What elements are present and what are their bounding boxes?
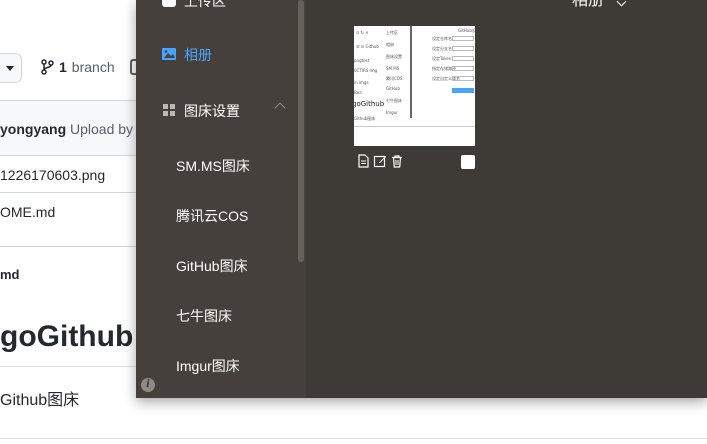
sidebar-subitem-smms[interactable]: SM.MS图床	[176, 156, 250, 176]
sidebar-subitem-imgur[interactable]: Imgur图床	[176, 356, 240, 376]
commit-author[interactable]: yongyang	[0, 121, 66, 137]
divider	[0, 366, 140, 367]
thumbnail-actions	[356, 154, 404, 168]
branch-count: 1	[59, 59, 67, 75]
sidebar-scrollbar[interactable]	[298, 0, 304, 262]
file-name[interactable]: OME.md	[0, 204, 55, 220]
chevron-up-icon[interactable]	[274, 102, 286, 114]
branch-icon	[41, 59, 54, 75]
sidebar-item-album[interactable]: 相册	[136, 34, 296, 74]
file-name[interactable]: 1226170603.png	[0, 167, 105, 183]
upload-icon	[162, 0, 176, 7]
sidebar-item-label: 图床设置	[184, 103, 240, 119]
sidebar-item-label: 上传区	[184, 0, 226, 9]
sidebar-item-picbed-settings[interactable]: 图床设置	[136, 90, 296, 130]
branch-selector-button[interactable]	[0, 53, 22, 83]
edit-icon[interactable]	[373, 154, 387, 168]
thumbnail-caption: goGithub	[354, 100, 385, 108]
info-icon[interactable]: i	[141, 378, 155, 392]
readme-header: md	[0, 246, 140, 301]
readme-paragraph: Github图床	[0, 392, 80, 409]
sidebar-subitem-qiniu[interactable]: 七牛图床	[176, 306, 232, 326]
image-icon	[162, 48, 176, 60]
sidebar-subitem-github[interactable]: GitHub图床	[176, 256, 248, 276]
branch-label: branch	[71, 59, 115, 75]
sidebar: 上传区 相册 图床设置 SM.MS图床 腾讯云COS GitHub图床 七牛图床…	[136, 0, 306, 398]
sidebar-item-label: 相册	[184, 47, 212, 63]
trash-icon[interactable]	[390, 154, 404, 168]
grid-icon	[163, 104, 175, 116]
branch-count-link[interactable]: 1 branch	[40, 59, 115, 75]
sidebar-item-upload[interactable]: 上传区	[136, 0, 296, 20]
document-icon[interactable]	[356, 154, 370, 168]
divider	[0, 438, 707, 439]
page-title-text: 相册	[572, 0, 605, 9]
page-title: 相册	[572, 0, 627, 10]
sidebar-subitem-tencent-cos[interactable]: 腾讯云COS	[176, 206, 248, 226]
caret-down-icon	[6, 66, 14, 71]
readme-title: goGithub	[0, 320, 134, 353]
commit-message[interactable]: Upload by P	[70, 121, 146, 137]
gallery-thumbnail[interactable]: ⊡ ↻ ✕ ☰ ⊟ Github pngtest 0CTIRS Img in i…	[354, 26, 475, 146]
select-checkbox[interactable]	[461, 155, 475, 169]
picgo-window: 上传区 相册 图床设置 SM.MS图床 腾讯云COS GitHub图床 七牛图床…	[136, 0, 707, 398]
chevron-down-icon[interactable]	[616, 0, 627, 7]
